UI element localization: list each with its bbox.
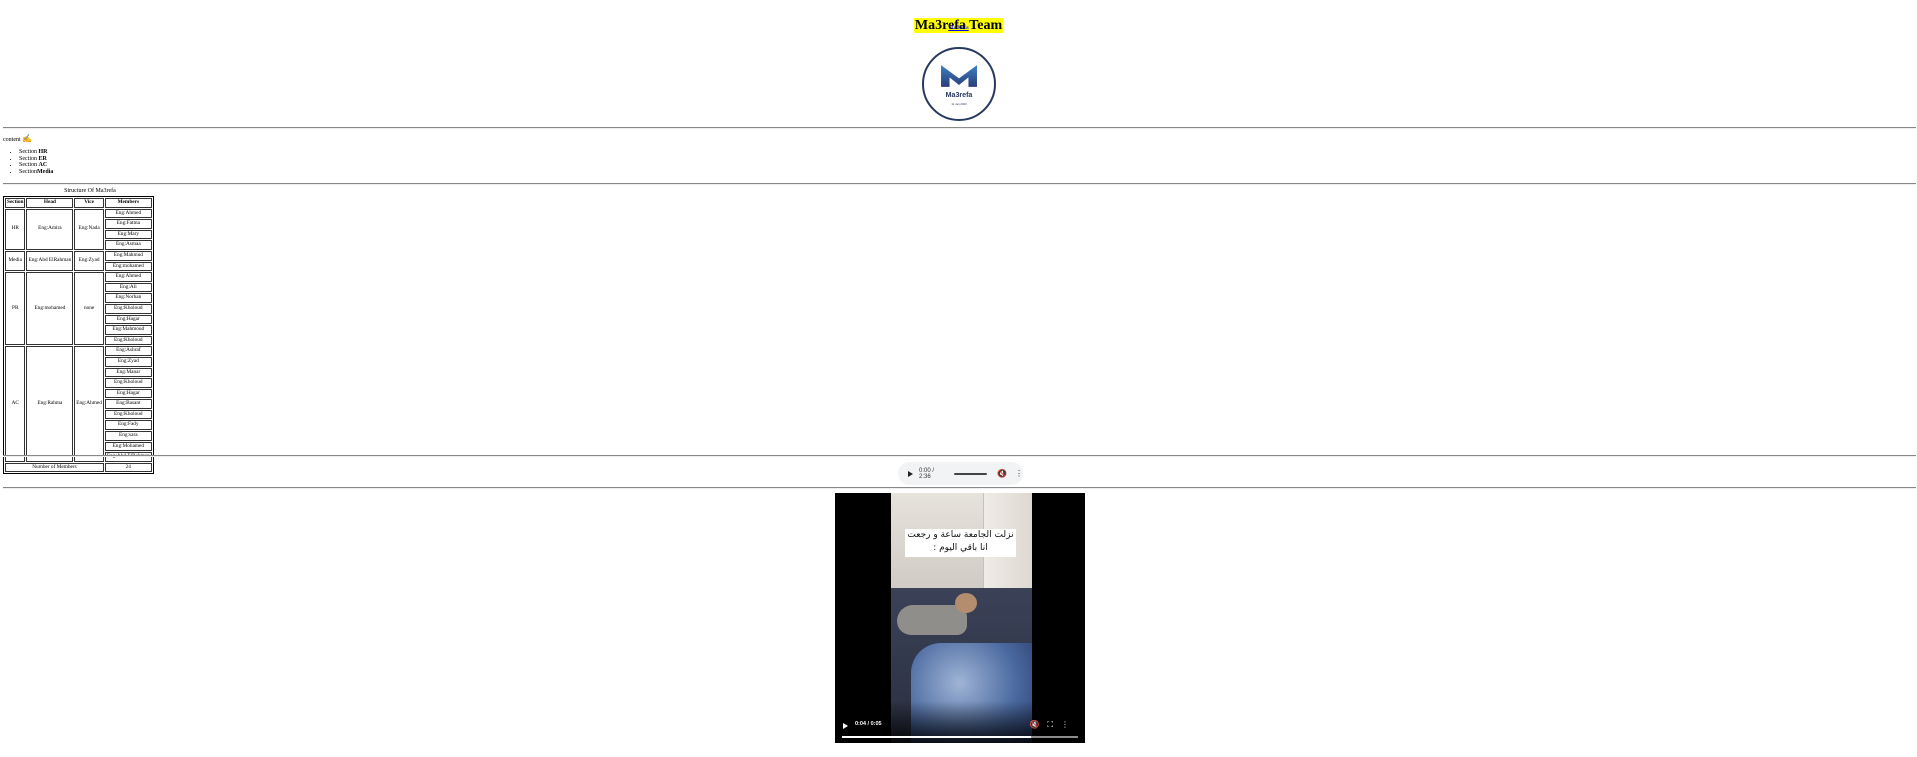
divider [3,487,1916,489]
header-head: Head [26,198,74,208]
video-player[interactable]: نزلت الجامعة ساعة و رجعت انا باقي اليوم … [835,493,1085,743]
cell-vice: Eng:Zyad [74,250,104,272]
cell-member: Eng:Abd ElRahman [104,452,152,462]
audio-time: 0:00 / 2:36 [919,467,935,480]
cell-member: Eng:Ahmed [104,208,152,219]
list-item: SectionMedia [19,169,53,176]
video-caption-line: انا باقي اليوم : [933,543,988,553]
cell-member: Eng:Mohamed [104,441,152,452]
structure-table: Section Head Vice Members HR Eng:Amira Eng… [3,196,154,475]
cell-member: Eng:Hagar [104,314,152,325]
cell-member: Eng:Kholoud [104,409,152,420]
video-progress-bar[interactable] [842,736,1078,738]
table-header-row: Section Head Vice Members [5,198,152,208]
header-vice: Vice [74,198,104,208]
video-time: 0:04 / 0:05 [855,721,882,727]
site-link[interactable]: Ma3refa [948,25,968,31]
cell-section: Media [5,250,26,272]
section-name: Media [37,169,54,176]
cell-member: Eng:Hagar [104,388,152,399]
cell-member: Eng:Kholoud [104,378,152,388]
sections-list: Section HR Section ER Section AC Section… [19,149,53,176]
logo-svg: Ma3refa 11 Jan 2023 [941,65,977,106]
play-icon[interactable] [908,470,913,477]
cell-head: Eng:mohamed [26,272,74,346]
writing-hand-icon: ✍ [22,134,33,143]
cell-member: Eng:Asmaa [104,240,152,250]
cell-vice: Eng:Nada [74,208,104,250]
logo-image: Ma3refa 11 Jan 2023 [922,47,996,121]
list-item: Section HR [19,149,53,156]
cell-member: Eng:Ali [104,282,152,293]
member-count-value: 24 [104,462,152,473]
cell-member: Eng:Basant [104,399,152,409]
header-members: Members [104,198,152,208]
list-item: Section AC [19,162,53,169]
volume-muted-icon[interactable]: 🔇 [997,469,1007,478]
divider [3,455,1916,457]
table-row: Media Eng:Abd ElRahman Eng:Zyad Eng:Mahmud [5,250,152,272]
content-label: content ✍ [3,134,32,143]
member-count-label: Number of Members [5,462,104,473]
video-caption-line: نزلت الجامعة ساعة و رجعت [907,530,1014,540]
logo-wordmark: Ma3refa [946,91,973,99]
cell-section: AC [5,346,26,462]
section-name: ER [38,155,47,162]
table-row: HR Eng:Amira Eng:Nada Eng:Ahmed [5,208,152,250]
more-vertical-icon[interactable]: ⋮ [1015,469,1023,478]
cell-member: Eng:Zyad [104,356,152,367]
logo-m-glyph [941,65,977,87]
cell-head: Eng:Rahma [26,346,74,462]
cell-section: HR [5,208,26,250]
section-name: HR [38,149,48,155]
cell-member: Eng:Norhan [104,293,152,303]
table-caption: Structure Of Ma3refa [64,188,116,194]
site-link-wrap: Ma3refa [0,25,1917,31]
video-control-icons[interactable]: 🔇⛶⋮ [1029,720,1077,730]
cell-member: Eng:Fatma [104,219,152,229]
cell-member: Eng:Kholoud [104,335,152,346]
cell-member: Eng:Kholoud [104,303,152,314]
table-row: PR Eng:mohamed none Eng:Ahmed [5,272,152,346]
cell-member: Eng:Manar [104,367,152,378]
header-section: Section [5,198,26,208]
cell-member: Eng:Mahmoud [104,325,152,335]
cell-section: PR [5,272,26,346]
cell-head: Eng:Abd ElRahman [26,250,74,272]
divider [3,127,1916,129]
video-caption: نزلت الجامعة ساعة و رجعت انا باقي اليوم … [905,529,1016,557]
cell-vice: none [74,272,104,346]
divider [3,183,1916,185]
cell-head: Eng:Amira [26,208,74,250]
audio-player[interactable]: 0:00 / 2:36 🔇 ⋮ [898,462,1023,485]
video-progress-fill [842,736,1031,738]
table-footer-row: Number of Members 24 [5,462,152,473]
cell-member: Eng:Fady [104,420,152,431]
cell-member: Eng:Ahmed [104,272,152,282]
audio-seek-bar[interactable] [954,472,988,475]
section-name: AC [38,162,48,169]
video-controls: 0:04 / 0:05 🔇⛶⋮ [835,701,1085,743]
cell-vice: Eng:Ahmed [74,346,104,462]
list-item: Section ER [19,156,53,163]
cell-member: Eng:Mary [104,229,152,240]
page-title: Ma3refa Team [0,0,1917,37]
play-icon[interactable] [843,723,848,729]
cell-member: Eng:mohamed [104,261,152,272]
content-label-text: content [3,137,21,143]
cell-member: Eng:Ashraf [104,346,152,356]
cell-member: Eng:Mahmud [104,250,152,261]
table-row: AC Eng:Rahma Eng:Ahmed Eng:Ashraf [5,346,152,462]
logo-date: 11 Jan 2023 [951,102,967,106]
cell-member: Eng:sara [104,431,152,441]
